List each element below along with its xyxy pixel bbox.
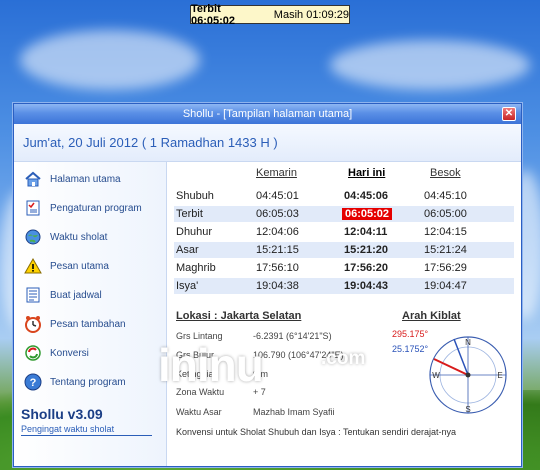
header-besok: Besok [430,167,461,179]
compass-e: E [497,371,502,380]
prayer-name: Terbit [176,208,203,220]
status-bar[interactable]: Terbit 06:05:02 Masih 01:09:29 [190,2,350,27]
remaining-status: Masih 01:09:29 [273,8,350,21]
sidebar-item-halaman-utama[interactable]: Halaman utama [24,168,121,190]
time-besok: 12:04:15 [424,226,467,238]
home-icon [24,170,42,188]
time-hari-ini: 17:56:20 [344,262,389,274]
kiblat-value-2: 25.1752° [392,344,429,354]
compass-n: N [465,338,471,347]
time-besok: 15:21:24 [424,244,467,256]
sidebar-item-label: Pengaturan program [50,202,142,214]
sidebar-item-label: Buat jadwal [50,289,102,301]
window-title: Shollu - [Tampilan halaman utama] [182,108,353,120]
time-kemarin: 19:04:38 [256,280,299,292]
prayer-row: Asar 15:21:15 15:21:20 15:21:24 [174,242,514,258]
title-bar[interactable]: Shollu - [Tampilan halaman utama] ✕ [14,104,521,124]
watermark-suffix: .com [321,348,366,369]
current-date: Jum'at, 20 Juli 2012 ( 1 Ramadhan 1433 H… [23,135,278,150]
time-hari-ini: 19:04:43 [344,280,389,292]
prayer-row: Shubuh 04:45:01 04:45:06 04:45:10 [174,188,514,204]
time-kemarin: 04:45:01 [256,190,299,202]
time-hari-ini-current: 06:05:02 [342,208,393,220]
compass-center [465,372,471,378]
watermark-text: ininu [158,339,264,391]
brand-subtitle: Pengingat waktu sholat [21,424,152,436]
info-label: Waktu Asar [176,407,222,417]
lokasi-title: Lokasi : Jakarta Selatan [176,310,302,322]
sidebar-item-pesan-utama[interactable]: Pesan utama [24,255,109,277]
app-brand: Shollu v3.09 Pengingat waktu sholat [21,406,152,436]
time-hari-ini: 04:45:06 [344,190,389,202]
sidebar-item-label: Konversi [50,347,89,359]
warning-icon [24,257,42,275]
convert-icon [24,344,42,362]
svg-text:?: ? [30,377,37,389]
time-hari-ini: 15:21:20 [344,244,389,256]
sidebar-item-label: Pesan tambahan [50,318,126,330]
sidebar-item-waktu-sholat[interactable]: Waktu sholat [24,226,107,248]
cloud [330,40,530,90]
close-icon: ✕ [504,108,514,119]
sidebar-item-label: Tentang program [50,376,126,388]
time-kemarin: 17:56:10 [256,262,299,274]
time-besok: 04:45:10 [424,190,467,202]
globe-icon [24,228,42,246]
sidebar-item-buat-jadwal[interactable]: Buat jadwal [24,284,102,306]
time-kemarin: 12:04:06 [256,226,299,238]
header-hari-ini: Hari ini [348,167,386,179]
prayer-row: Maghrib 17:56:10 17:56:20 17:56:29 [174,260,514,276]
sidebar-item-label: Waktu sholat [50,231,108,243]
time-besok: 19:04:47 [424,280,467,292]
close-button[interactable]: ✕ [502,107,516,121]
prayer-name: Isya' [176,280,199,292]
prayer-name: Shubuh [176,190,214,202]
help-icon: ? [24,373,42,391]
prayer-row: Dhuhur 12:04:06 12:04:11 12:04:15 [174,224,514,240]
kiblat-title: Arah Kiblat [402,310,461,322]
info-value: Mazhab Imam Syafii [253,407,335,417]
time-kemarin: 15:21:15 [256,244,299,256]
sidebar-item-pengaturan-program[interactable]: Pengaturan program [24,197,142,219]
compass-s: S [465,405,470,414]
prayer-row: Isya' 19:04:38 19:04:43 19:04:47 [174,278,514,294]
clock-icon [24,315,42,333]
sidebar-item-pesan-tambahan[interactable]: Pesan tambahan [24,313,126,335]
brand-title: Shollu v3.09 [21,406,103,422]
prayer-name: Dhuhur [176,226,213,238]
info-value: -6.2391 (6°14'21"S) [253,331,332,341]
sidebar: Halaman utama Pengaturan program Waktu s… [14,162,167,466]
time-hari-ini: 12:04:11 [344,226,388,238]
sidebar-item-label: Pesan utama [50,260,109,272]
sunrise-status: Terbit 06:05:02 [191,2,236,27]
time-kemarin: 06:05:03 [256,208,299,220]
main-panel: Kemarin Hari ini Besok Shubuh 04:45:01 0… [174,162,521,466]
header-kemarin: Kemarin [256,167,297,179]
compass-w: W [432,371,440,380]
kiblat-value-1: 295.175° [392,329,429,339]
date-header: Jum'at, 20 Juli 2012 ( 1 Ramadhan 1433 H… [14,124,521,162]
sidebar-item-label: Halaman utama [50,173,121,185]
document-icon [24,286,42,304]
sidebar-item-tentang-program[interactable]: ? Tentang program [24,371,126,393]
checklist-icon [24,199,42,217]
prayer-row: Terbit 06:05:03 06:05:02 06:05:00 [174,206,514,222]
cloud [20,30,200,90]
sidebar-item-konversi[interactable]: Konversi [24,342,89,364]
prayer-name: Maghrib [176,262,216,274]
kiblat-compass: N S E W [429,336,507,414]
konvensi-note: Konvensi untuk Sholat Shubuh dan Isya : … [176,427,457,437]
prayer-name: Asar [176,244,199,256]
time-besok: 17:56:29 [424,262,467,274]
app-window: Shollu - [Tampilan halaman utama] ✕ Jum'… [13,103,522,467]
time-besok: 06:05:00 [424,208,467,220]
info-row-waktu-asar: Waktu Asar Mazhab Imam Syafii [176,407,335,417]
